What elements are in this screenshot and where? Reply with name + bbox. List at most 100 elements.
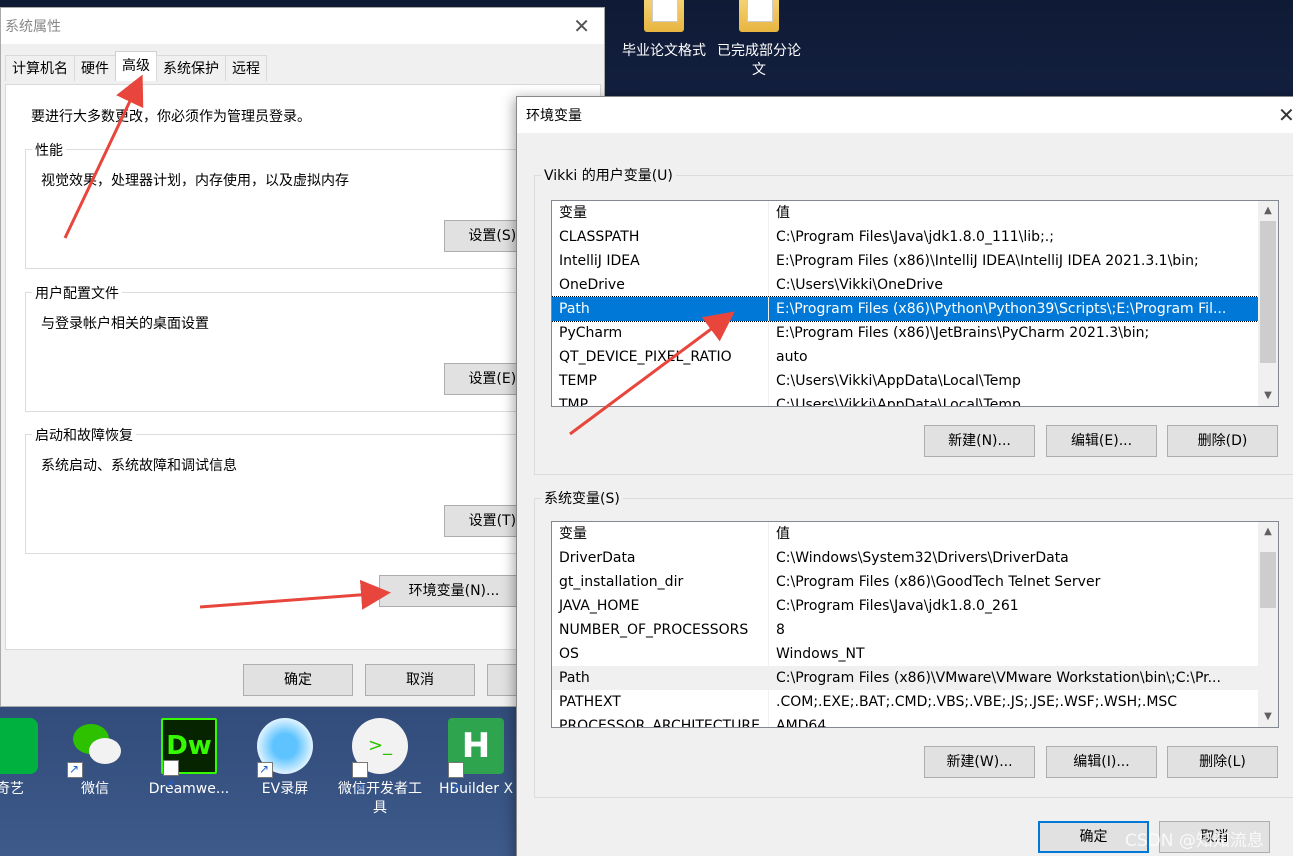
variable-value: E:\Program Files (x86)\IntelliJ IDEA\Int…: [776, 253, 1199, 269]
list-item[interactable]: OneDrive C:\Users\Vikki\OneDrive: [552, 273, 1278, 297]
list-item[interactable]: DriverData C:\Windows\System32\Drivers\Dr…: [552, 546, 1278, 570]
tab-strip: 计算机名 硬件 高级 系统保护 远程: [5, 51, 267, 81]
tab-computer-name[interactable]: 计算机名: [5, 55, 75, 81]
variable-name: IntelliJ IDEA: [552, 249, 769, 273]
tab-system-protection[interactable]: 系统保护: [156, 55, 226, 81]
hbuilderx-icon: H: [448, 718, 504, 816]
desktop-icon-label: 已完成部分论文: [717, 43, 801, 78]
folder-icon: [739, 0, 779, 32]
startup-recovery-group: 启动和故障恢复 系统启动、系统故障和调试信息 设置(T)...: [25, 425, 585, 554]
vertical-scrollbar[interactable]: ▲ ▼: [1258, 522, 1278, 727]
tab-remote[interactable]: 远程: [225, 55, 267, 81]
dreamweaver-shortcut[interactable]: Dw Dreamwe...: [143, 718, 235, 810]
column-header-name[interactable]: 变量: [552, 522, 769, 546]
list-item[interactable]: CLASSPATH C:\Program Files\Java\jdk1.8.0_…: [552, 225, 1278, 249]
list-item[interactable]: OS Windows_NT: [552, 642, 1278, 666]
variable-name: TEMP: [552, 369, 769, 393]
list-item[interactable]: IntelliJ IDEA E:\Program Files (x86)\Inte…: [552, 249, 1278, 273]
scrollbar-thumb[interactable]: [1260, 221, 1276, 363]
desktop-icon-label: 微信: [81, 781, 109, 797]
ev-recorder-shortcut[interactable]: EV录屏: [239, 718, 331, 799]
system-variables-list[interactable]: 变量 值 DriverData C:\Windows\System32\Drive…: [551, 521, 1279, 728]
group-label: 用户配置文件: [32, 283, 122, 303]
dialog-titlebar: 环境变量 ✕: [517, 97, 1293, 133]
close-icon[interactable]: ✕: [573, 14, 590, 38]
variable-name: QT_DEVICE_PIXEL_RATIO: [552, 345, 769, 369]
desktop-folder-icon[interactable]: 毕业论文格式: [618, 0, 710, 61]
variable-name: DriverData: [552, 546, 769, 570]
scrollbar-thumb[interactable]: [1260, 552, 1276, 608]
group-description: 视觉效果，处理器计划，内存使用，以及虚拟内存: [41, 173, 349, 189]
system-edit-button[interactable]: 编辑(I)...: [1046, 746, 1157, 778]
variable-value: C:\Users\Vikki\AppData\Local\Temp: [776, 373, 1021, 389]
iqiyi-icon: [0, 718, 38, 774]
tab-hardware[interactable]: 硬件: [74, 55, 116, 81]
list-item[interactable]: NUMBER_OF_PROCESSORS 8: [552, 618, 1278, 642]
variable-value: E:\Program Files (x86)\JetBrains\PyCharm…: [776, 325, 1150, 341]
wechat-devtools-icon: >_: [352, 718, 408, 816]
list-item[interactable]: PyCharm E:\Program Files (x86)\JetBrains\…: [552, 321, 1278, 345]
variable-value: C:\Program Files (x86)\VMware\VMware Wor…: [776, 670, 1221, 686]
hbuilderx-shortcut[interactable]: H HBuilder X: [430, 718, 522, 816]
scroll-down-icon[interactable]: ▼: [1258, 707, 1278, 727]
variable-name: Path: [552, 666, 769, 690]
variable-value: AMD64: [776, 718, 827, 728]
tab-panel: 要进行大多数更改，你必须作为管理员登录。 性能 视觉效果，处理器计划，内存使用，…: [5, 84, 601, 650]
dialog-title: 系统属性: [5, 19, 61, 35]
user-variables-list[interactable]: 变量 值 CLASSPATH C:\Program Files\Java\jdk1…: [551, 200, 1279, 407]
scroll-up-icon[interactable]: ▲: [1258, 201, 1278, 221]
column-header-value[interactable]: 值: [769, 201, 1259, 225]
scroll-up-icon[interactable]: ▲: [1258, 522, 1278, 542]
environment-variables-button[interactable]: 环境变量(N)...: [379, 575, 529, 607]
close-icon[interactable]: ✕: [1278, 103, 1293, 127]
variable-name: CLASSPATH: [552, 225, 769, 249]
group-label: 系统变量(S): [541, 488, 623, 508]
column-header-name[interactable]: 变量: [552, 201, 769, 225]
variable-value: C:\Users\Vikki\OneDrive: [776, 277, 943, 293]
list-item[interactable]: TEMP C:\Users\Vikki\AppData\Local\Temp: [552, 369, 1278, 393]
cancel-button[interactable]: 取消: [365, 664, 475, 696]
variable-name: TMP: [552, 393, 769, 406]
ok-button[interactable]: 确定: [243, 664, 353, 696]
list-header: 变量 值: [552, 522, 1278, 546]
scroll-down-icon[interactable]: ▼: [1258, 386, 1278, 406]
variable-name: OS: [552, 642, 769, 666]
wechat-shortcut[interactable]: 微信: [49, 718, 141, 799]
variable-value: C:\Users\Vikki\AppData\Local\Temp: [776, 397, 1021, 407]
variable-value: auto: [776, 349, 808, 365]
wechat-devtools-shortcut[interactable]: >_ 微信开发者工具: [334, 718, 426, 818]
variable-value: C:\Program Files\Java\jdk1.8.0_111\lib;.…: [776, 229, 1054, 245]
list-item[interactable]: gt_installation_dir C:\Program Files (x86…: [552, 570, 1278, 594]
user-edit-button[interactable]: 编辑(E)...: [1046, 425, 1157, 457]
user-delete-button[interactable]: 删除(D): [1167, 425, 1278, 457]
user-new-button[interactable]: 新建(N)...: [924, 425, 1035, 457]
column-header-value[interactable]: 值: [769, 522, 1259, 546]
iqiyi-shortcut[interactable]: 奇艺: [0, 718, 56, 799]
desktop-icon-label: HBuilder X: [438, 781, 514, 797]
dialog-titlebar: 系统属性 ✕: [1, 8, 604, 44]
tab-advanced[interactable]: 高级: [115, 51, 157, 81]
list-item-selected[interactable]: Path E:\Program Files (x86)\Python\Python…: [552, 296, 1278, 322]
group-description: 与登录帐户相关的桌面设置: [41, 316, 209, 332]
list-item[interactable]: JAVA_HOME C:\Program Files\Java\jdk1.8.0_…: [552, 594, 1278, 618]
variable-name: PyCharm: [552, 321, 769, 345]
system-properties-dialog: 系统属性 ✕ 计算机名 硬件 高级 系统保护 远程 要进行大多数更改，你必须作为…: [0, 7, 605, 707]
list-item[interactable]: QT_DEVICE_PIXEL_RATIO auto: [552, 345, 1278, 369]
desktop-folder-icon[interactable]: 已完成部分论文: [713, 0, 805, 80]
list-header: 变量 值: [552, 201, 1278, 225]
user-profiles-group: 用户配置文件 与登录帐户相关的桌面设置 设置(E)...: [25, 283, 585, 412]
variable-value: E:\Program Files (x86)\Python\Python39\S…: [776, 301, 1227, 317]
variable-value: Windows_NT: [776, 646, 865, 662]
vertical-scrollbar[interactable]: ▲ ▼: [1258, 201, 1278, 406]
list-item[interactable]: PROCESSOR_ARCHITECTURE AMD64: [552, 714, 1278, 728]
list-item[interactable]: Path C:\Program Files (x86)\VMware\VMware…: [552, 666, 1278, 690]
variable-name: PROCESSOR_ARCHITECTURE: [552, 714, 769, 727]
user-variables-group: Vikki 的用户变量(U) 变量 值 CLASSPATH C:\Program …: [534, 165, 1293, 475]
variable-name: JAVA_HOME: [552, 594, 769, 618]
desktop-icon-label: 微信开发者工具: [338, 781, 422, 816]
variable-name: PATHEXT: [552, 690, 769, 714]
system-delete-button[interactable]: 删除(L): [1167, 746, 1278, 778]
list-item[interactable]: TMP C:\Users\Vikki\AppData\Local\Temp: [552, 393, 1278, 407]
list-item[interactable]: PATHEXT .COM;.EXE;.BAT;.CMD;.VBS;.VBE;.JS…: [552, 690, 1278, 714]
system-new-button[interactable]: 新建(W)...: [924, 746, 1035, 778]
